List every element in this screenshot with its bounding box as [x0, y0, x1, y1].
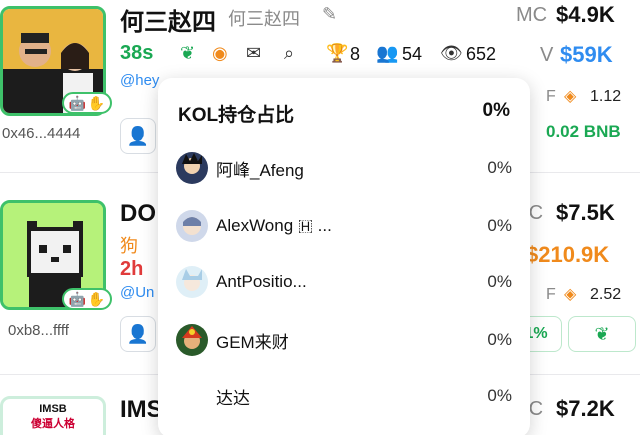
kol-name: AlexWong 🇭 ...: [216, 216, 332, 235]
views-count: 652: [466, 44, 497, 64]
twitter-handle[interactable]: @hey: [120, 72, 159, 89]
kol-row[interactable]: GEM来财 0%: [176, 320, 512, 360]
bnb-icon: ◈: [564, 286, 577, 303]
leaf-icon[interactable]: ❦: [180, 43, 195, 64]
mc-value: $7.5K: [556, 200, 615, 225]
robot-icon: 🤖: [68, 94, 87, 111]
leaf-button[interactable]: ❦: [568, 316, 636, 352]
token-age: 2h: [120, 258, 144, 280]
buy-amount[interactable]: 0.02 BNB: [546, 122, 621, 142]
kol-avatar: [176, 152, 208, 184]
edit-icon[interactable]: ✎: [322, 4, 337, 25]
mc-value: $7.2K: [556, 396, 615, 421]
kol-name: GEM来财: [216, 332, 289, 352]
kol-avatar: [176, 266, 208, 298]
popup-title-pct: 0%: [482, 100, 510, 121]
trophy-icon: 🏆: [326, 43, 349, 63]
hand-icon: ✋: [87, 94, 106, 111]
volume-value: $210.9K: [526, 242, 610, 267]
watch-button[interactable]: 👤: [120, 118, 156, 154]
kol-row[interactable]: 阿峰_Afeng 0%: [176, 148, 512, 188]
trophy-count: 8: [350, 44, 361, 64]
watch-button[interactable]: 👤: [120, 316, 156, 352]
token-name-secondary: 何三赵四: [228, 9, 300, 29]
kol-name: AntPositio...: [216, 272, 307, 291]
kol-row[interactable]: AlexWong 🇭 ... 0%: [176, 206, 512, 246]
avatar-text-top: IMSB: [39, 403, 67, 415]
f-label: F: [546, 88, 556, 105]
contract-address[interactable]: 0xb8...ffff: [8, 322, 69, 339]
kol-holdings-popup: KOL持仓占比 0% 阿峰_Afeng 0% AlexWong 🇭 ... 0%…: [158, 78, 530, 435]
avatar-text-bottom: 傻逼人格: [31, 418, 75, 430]
v-label: V: [540, 44, 554, 66]
kol-pct: 0%: [487, 158, 512, 177]
kol-row[interactable]: 达达 0%: [176, 376, 512, 416]
kol-pct: 0%: [487, 272, 512, 291]
token-age: 38s: [120, 42, 154, 64]
kol-avatar: [176, 324, 208, 356]
mc-value: $4.9K: [556, 2, 615, 27]
token-badges: 🤖 ✋: [62, 92, 112, 114]
mc-label: MC: [516, 4, 548, 26]
kol-name: 阿峰_Afeng: [216, 160, 304, 180]
v-value: $59K: [560, 42, 613, 67]
holders-count: 54: [402, 44, 423, 64]
token-badges: 🤖 ✋: [62, 288, 112, 310]
kol-row[interactable]: AntPositio... 0%: [176, 262, 512, 302]
user-star-icon: 👤: [126, 323, 150, 344]
robot-icon: 🤖: [68, 290, 87, 307]
holders-icon: 👥: [376, 43, 399, 63]
token-name[interactable]: IMS: [120, 396, 163, 424]
robot-icon[interactable]: ◉: [212, 43, 228, 64]
token-name[interactable]: DO: [120, 200, 156, 228]
user-star-icon: 👤: [126, 125, 150, 146]
kol-name: 达达: [216, 388, 250, 408]
kol-pct: 0%: [487, 386, 512, 405]
leaf-icon: ❦: [594, 323, 610, 344]
f-label: F: [546, 286, 556, 303]
chat-icon[interactable]: ✉: [246, 43, 261, 64]
eye-icon: 👁: [440, 43, 463, 63]
hand-icon: ✋: [87, 290, 106, 307]
search-icon[interactable]: ⌕: [284, 43, 294, 64]
token-name[interactable]: 何三赵四: [120, 2, 216, 37]
kol-avatar-empty: [176, 380, 208, 412]
token-subname: 狗: [120, 236, 138, 256]
kol-pct: 0%: [487, 330, 512, 349]
kol-avatar: [176, 210, 208, 242]
f-value: 2.52: [590, 286, 622, 303]
twitter-handle[interactable]: @Un: [120, 284, 154, 301]
kol-pct: 0%: [487, 216, 512, 235]
popup-title: KOL持仓占比: [178, 105, 295, 126]
f-value: 1.12: [590, 88, 622, 105]
bnb-icon: ◈: [564, 88, 577, 105]
token-avatar[interactable]: IMSB 傻逼人格: [0, 396, 106, 435]
contract-address[interactable]: 0x46...4444: [2, 125, 80, 142]
